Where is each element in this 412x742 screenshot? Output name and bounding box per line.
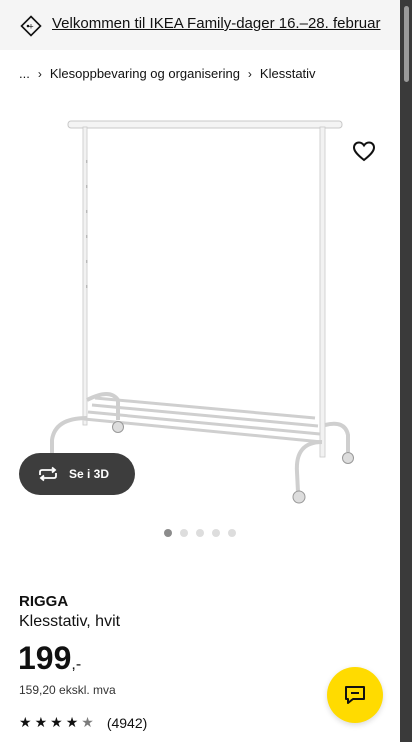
gallery-dot-3[interactable] xyxy=(196,529,204,537)
gallery-dot-2[interactable] xyxy=(180,529,188,537)
view-3d-button[interactable]: Se i 3D xyxy=(19,453,135,495)
breadcrumb-item-klesoppbevaring[interactable]: Klesoppbevaring og organisering xyxy=(50,66,240,81)
gallery-dot-5[interactable] xyxy=(228,529,236,537)
price-ex-vat: 159,20 ekskl. mva xyxy=(19,683,116,697)
chat-button[interactable] xyxy=(327,667,383,723)
gallery-dot-4[interactable] xyxy=(212,529,220,537)
product-description: Klesstativ, hvit xyxy=(19,613,121,630)
star-half-icon: ★ xyxy=(81,714,94,730)
breadcrumb-ellipsis[interactable]: ... xyxy=(19,66,30,81)
breadcrumb-item-klesstativ[interactable]: Klesstativ xyxy=(260,66,316,81)
breadcrumb: ... › Klesoppbevaring og organisering › … xyxy=(19,66,316,81)
star-icon: ★ xyxy=(65,714,79,730)
scrollbar[interactable] xyxy=(400,0,412,742)
breadcrumb-separator: › xyxy=(37,66,42,81)
rating-count[interactable]: (4942) xyxy=(107,715,147,731)
gallery-dot-1[interactable] xyxy=(164,529,172,537)
rotate-3d-icon xyxy=(39,466,57,482)
scrollbar-thumb[interactable] xyxy=(404,6,409,82)
price-suffix: ,- xyxy=(71,656,82,673)
star-icon: ★ xyxy=(34,714,48,730)
price-integer: 199 xyxy=(18,640,72,676)
breadcrumb-separator: › xyxy=(247,66,252,81)
star-icon: ★ xyxy=(50,714,63,730)
product-rating[interactable]: ★ ★ ★ ★ ★ (4942) xyxy=(19,714,147,731)
gallery-pagination xyxy=(164,529,236,537)
tag-icon: + xyxy=(20,15,42,37)
product-price: 199,- xyxy=(18,640,81,677)
promo-banner-link[interactable]: Velkommen til IKEA Family-dager 16.–28. … xyxy=(52,15,381,32)
chat-icon xyxy=(345,686,365,704)
view-3d-label: Se i 3D xyxy=(69,467,110,481)
promo-banner[interactable]: + Velkommen til IKEA Family-dager 16.–28… xyxy=(0,0,400,50)
heart-icon[interactable] xyxy=(350,137,378,165)
star-icon: ★ xyxy=(19,714,32,730)
product-name: RIGGA xyxy=(19,593,69,610)
